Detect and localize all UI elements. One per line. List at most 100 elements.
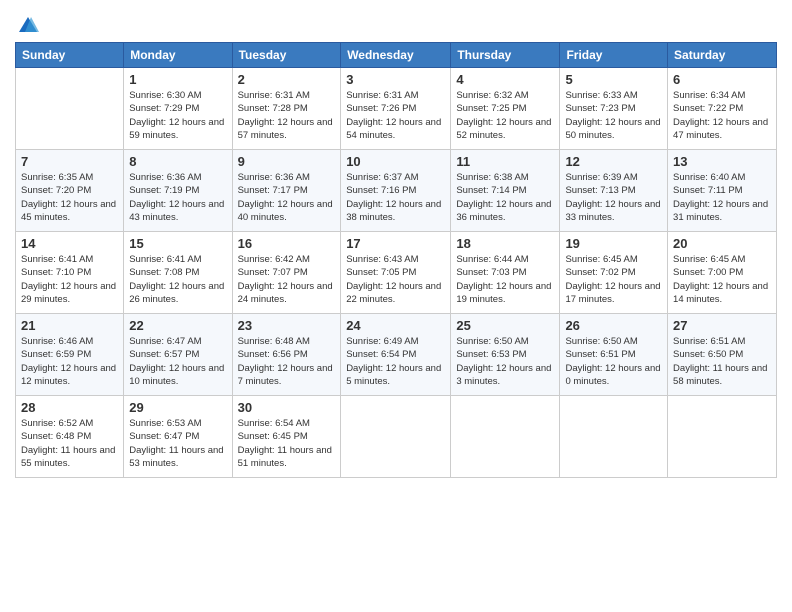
cell-sun-info: Sunrise: 6:54 AM Sunset: 6:45 PM Dayligh… (238, 417, 336, 470)
cell-sun-info: Sunrise: 6:52 AM Sunset: 6:48 PM Dayligh… (21, 417, 118, 470)
week-row-5: 28 Sunrise: 6:52 AM Sunset: 6:48 PM Dayli… (16, 396, 777, 478)
day-number: 1 (129, 72, 226, 87)
calendar-cell: 11 Sunrise: 6:38 AM Sunset: 7:14 PM Dayli… (451, 150, 560, 232)
calendar-cell: 3 Sunrise: 6:31 AM Sunset: 7:26 PM Daylig… (341, 68, 451, 150)
calendar-cell: 21 Sunrise: 6:46 AM Sunset: 6:59 PM Dayli… (16, 314, 124, 396)
logo-icon (17, 14, 39, 36)
cell-sun-info: Sunrise: 6:41 AM Sunset: 7:08 PM Dayligh… (129, 253, 226, 306)
calendar-cell: 22 Sunrise: 6:47 AM Sunset: 6:57 PM Dayli… (124, 314, 232, 396)
cell-sun-info: Sunrise: 6:30 AM Sunset: 7:29 PM Dayligh… (129, 89, 226, 142)
calendar-cell (451, 396, 560, 478)
calendar-cell: 25 Sunrise: 6:50 AM Sunset: 6:53 PM Dayli… (451, 314, 560, 396)
calendar-cell (16, 68, 124, 150)
calendar-cell (341, 396, 451, 478)
calendar: SundayMondayTuesdayWednesdayThursdayFrid… (15, 42, 777, 478)
calendar-cell: 27 Sunrise: 6:51 AM Sunset: 6:50 PM Dayli… (668, 314, 777, 396)
calendar-cell: 10 Sunrise: 6:37 AM Sunset: 7:16 PM Dayli… (341, 150, 451, 232)
cell-sun-info: Sunrise: 6:45 AM Sunset: 7:00 PM Dayligh… (673, 253, 771, 306)
calendar-cell: 2 Sunrise: 6:31 AM Sunset: 7:28 PM Daylig… (232, 68, 341, 150)
day-number: 8 (129, 154, 226, 169)
day-number: 21 (21, 318, 118, 333)
cell-sun-info: Sunrise: 6:34 AM Sunset: 7:22 PM Dayligh… (673, 89, 771, 142)
header (15, 10, 777, 36)
weekday-header-friday: Friday (560, 43, 668, 68)
cell-sun-info: Sunrise: 6:32 AM Sunset: 7:25 PM Dayligh… (456, 89, 554, 142)
cell-sun-info: Sunrise: 6:31 AM Sunset: 7:26 PM Dayligh… (346, 89, 445, 142)
day-number: 13 (673, 154, 771, 169)
calendar-cell: 15 Sunrise: 6:41 AM Sunset: 7:08 PM Dayli… (124, 232, 232, 314)
day-number: 30 (238, 400, 336, 415)
day-number: 19 (565, 236, 662, 251)
cell-sun-info: Sunrise: 6:46 AM Sunset: 6:59 PM Dayligh… (21, 335, 118, 388)
day-number: 25 (456, 318, 554, 333)
day-number: 7 (21, 154, 118, 169)
week-row-2: 7 Sunrise: 6:35 AM Sunset: 7:20 PM Daylig… (16, 150, 777, 232)
calendar-cell: 23 Sunrise: 6:48 AM Sunset: 6:56 PM Dayli… (232, 314, 341, 396)
cell-sun-info: Sunrise: 6:50 AM Sunset: 6:53 PM Dayligh… (456, 335, 554, 388)
page-container: SundayMondayTuesdayWednesdayThursdayFrid… (0, 0, 792, 488)
cell-sun-info: Sunrise: 6:40 AM Sunset: 7:11 PM Dayligh… (673, 171, 771, 224)
week-row-1: 1 Sunrise: 6:30 AM Sunset: 7:29 PM Daylig… (16, 68, 777, 150)
calendar-cell: 29 Sunrise: 6:53 AM Sunset: 6:47 PM Dayli… (124, 396, 232, 478)
cell-sun-info: Sunrise: 6:33 AM Sunset: 7:23 PM Dayligh… (565, 89, 662, 142)
day-number: 17 (346, 236, 445, 251)
cell-sun-info: Sunrise: 6:41 AM Sunset: 7:10 PM Dayligh… (21, 253, 118, 306)
cell-sun-info: Sunrise: 6:43 AM Sunset: 7:05 PM Dayligh… (346, 253, 445, 306)
day-number: 22 (129, 318, 226, 333)
day-number: 6 (673, 72, 771, 87)
calendar-cell: 17 Sunrise: 6:43 AM Sunset: 7:05 PM Dayli… (341, 232, 451, 314)
calendar-cell: 13 Sunrise: 6:40 AM Sunset: 7:11 PM Dayli… (668, 150, 777, 232)
day-number: 29 (129, 400, 226, 415)
cell-sun-info: Sunrise: 6:44 AM Sunset: 7:03 PM Dayligh… (456, 253, 554, 306)
calendar-cell: 6 Sunrise: 6:34 AM Sunset: 7:22 PM Daylig… (668, 68, 777, 150)
calendar-cell: 24 Sunrise: 6:49 AM Sunset: 6:54 PM Dayli… (341, 314, 451, 396)
week-row-4: 21 Sunrise: 6:46 AM Sunset: 6:59 PM Dayli… (16, 314, 777, 396)
day-number: 18 (456, 236, 554, 251)
cell-sun-info: Sunrise: 6:37 AM Sunset: 7:16 PM Dayligh… (346, 171, 445, 224)
cell-sun-info: Sunrise: 6:35 AM Sunset: 7:20 PM Dayligh… (21, 171, 118, 224)
day-number: 10 (346, 154, 445, 169)
day-number: 4 (456, 72, 554, 87)
calendar-cell: 16Sunrise: 6:42 AM Sunset: 7:07 PM Dayli… (232, 232, 341, 314)
calendar-cell (668, 396, 777, 478)
calendar-cell: 9Sunrise: 6:36 AM Sunset: 7:17 PM Daylig… (232, 150, 341, 232)
calendar-cell: 20 Sunrise: 6:45 AM Sunset: 7:00 PM Dayli… (668, 232, 777, 314)
day-number: 24 (346, 318, 445, 333)
weekday-header-monday: Monday (124, 43, 232, 68)
calendar-cell: 5Sunrise: 6:33 AM Sunset: 7:23 PM Daylig… (560, 68, 668, 150)
calendar-cell: 4 Sunrise: 6:32 AM Sunset: 7:25 PM Daylig… (451, 68, 560, 150)
day-number: 12 (565, 154, 662, 169)
weekday-header-tuesday: Tuesday (232, 43, 341, 68)
day-number: 27 (673, 318, 771, 333)
cell-sun-info: Sunrise: 6:47 AM Sunset: 6:57 PM Dayligh… (129, 335, 226, 388)
cell-sun-info: Sunrise: 6:39 AM Sunset: 7:13 PM Dayligh… (565, 171, 662, 224)
calendar-cell: 7 Sunrise: 6:35 AM Sunset: 7:20 PM Daylig… (16, 150, 124, 232)
cell-sun-info: Sunrise: 6:49 AM Sunset: 6:54 PM Dayligh… (346, 335, 445, 388)
day-number: 26 (565, 318, 662, 333)
day-number: 15 (129, 236, 226, 251)
cell-sun-info: Sunrise: 6:36 AM Sunset: 7:19 PM Dayligh… (129, 171, 226, 224)
cell-sun-info: Sunrise: 6:53 AM Sunset: 6:47 PM Dayligh… (129, 417, 226, 470)
weekday-header-thursday: Thursday (451, 43, 560, 68)
calendar-cell: 26 Sunrise: 6:50 AM Sunset: 6:51 PM Dayli… (560, 314, 668, 396)
day-number: 20 (673, 236, 771, 251)
weekday-header-row: SundayMondayTuesdayWednesdayThursdayFrid… (16, 43, 777, 68)
day-number: 9 (238, 154, 336, 169)
cell-sun-info: Sunrise: 6:31 AM Sunset: 7:28 PM Dayligh… (238, 89, 336, 142)
day-number: 14 (21, 236, 118, 251)
cell-sun-info: Sunrise: 6:45 AM Sunset: 7:02 PM Dayligh… (565, 253, 662, 306)
cell-sun-info: Sunrise: 6:51 AM Sunset: 6:50 PM Dayligh… (673, 335, 771, 388)
calendar-cell: 19 Sunrise: 6:45 AM Sunset: 7:02 PM Dayli… (560, 232, 668, 314)
day-number: 2 (238, 72, 336, 87)
calendar-cell: 30 Sunrise: 6:54 AM Sunset: 6:45 PM Dayli… (232, 396, 341, 478)
cell-sun-info: Sunrise: 6:38 AM Sunset: 7:14 PM Dayligh… (456, 171, 554, 224)
calendar-cell (560, 396, 668, 478)
day-number: 11 (456, 154, 554, 169)
day-number: 23 (238, 318, 336, 333)
cell-sun-info: Sunrise: 6:48 AM Sunset: 6:56 PM Dayligh… (238, 335, 336, 388)
day-number: 3 (346, 72, 445, 87)
calendar-cell: 12 Sunrise: 6:39 AM Sunset: 7:13 PM Dayli… (560, 150, 668, 232)
cell-sun-info: Sunrise: 6:50 AM Sunset: 6:51 PM Dayligh… (565, 335, 662, 388)
week-row-3: 14 Sunrise: 6:41 AM Sunset: 7:10 PM Dayli… (16, 232, 777, 314)
day-number: 28 (21, 400, 118, 415)
